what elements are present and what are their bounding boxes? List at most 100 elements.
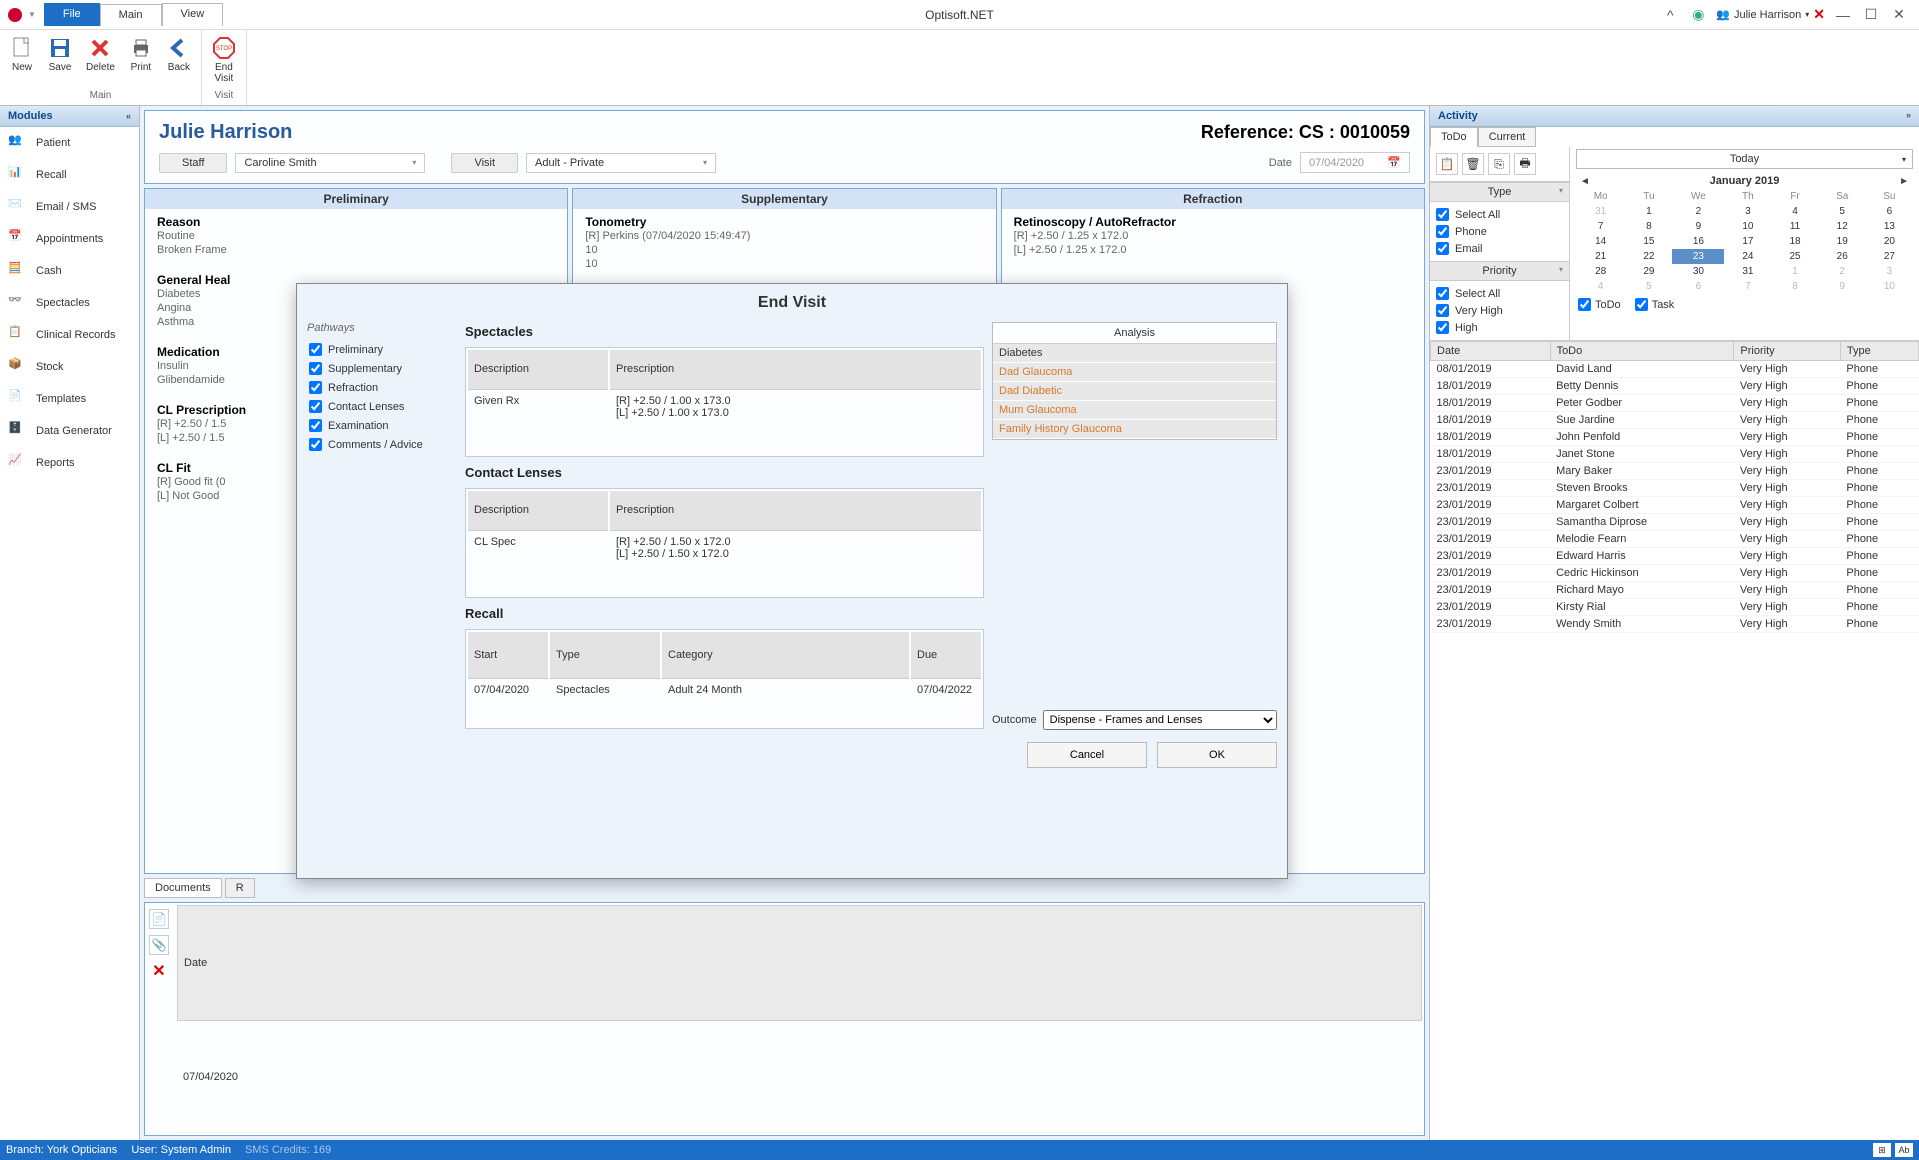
cal-day[interactable]: 28	[1576, 264, 1625, 279]
save-button[interactable]: Save	[42, 32, 78, 75]
visit-select[interactable]: Adult - Private▾	[526, 153, 716, 173]
activity-row[interactable]: 08/01/2019David LandVery HighPhone	[1431, 361, 1919, 378]
sidebar-item-cash[interactable]: 🧮Cash	[0, 255, 139, 287]
cal-day[interactable]: 31	[1724, 264, 1771, 279]
tab-documents[interactable]: Documents	[144, 878, 222, 898]
pathway-refraction[interactable]: Refraction	[307, 378, 457, 397]
cal-day[interactable]: 19	[1819, 234, 1866, 249]
priority-filter-header[interactable]: Priority	[1482, 265, 1516, 277]
chk-todo[interactable]: ToDo	[1578, 298, 1621, 311]
col-todo[interactable]: ToDo	[1550, 342, 1734, 361]
cal-day[interactable]: 15	[1625, 234, 1672, 249]
cal-prev-icon[interactable]: ◄	[1580, 176, 1590, 187]
doc-add-icon[interactable]: 📄	[149, 909, 169, 929]
cal-day[interactable]: 29	[1625, 264, 1672, 279]
activity-row[interactable]: 23/01/2019Margaret ColbertVery HighPhone	[1431, 497, 1919, 514]
cal-day[interactable]: 11	[1771, 219, 1818, 234]
cal-day[interactable]: 5	[1625, 279, 1672, 294]
tab-r[interactable]: R	[225, 878, 255, 898]
pathway-comments-advice[interactable]: Comments / Advice	[307, 435, 457, 454]
chk-type-selectall[interactable]: Select All	[1436, 206, 1563, 223]
activity-row[interactable]: 18/01/2019John PenfoldVery HighPhone	[1431, 429, 1919, 446]
cal-day[interactable]: 9	[1672, 219, 1724, 234]
delete-button[interactable]: Delete	[80, 32, 121, 75]
cal-day[interactable]: 5	[1819, 204, 1866, 219]
analysis-item[interactable]: Family History Glaucoma	[993, 420, 1276, 439]
help-icon[interactable]: ^	[1660, 7, 1680, 23]
activity-row[interactable]: 18/01/2019Sue JardineVery HighPhone	[1431, 412, 1919, 429]
cal-day[interactable]: 3	[1724, 204, 1771, 219]
chk-task[interactable]: Task	[1635, 298, 1675, 311]
tab-main[interactable]: Main	[100, 4, 162, 27]
activity-row[interactable]: 18/01/2019Peter GodberVery HighPhone	[1431, 395, 1919, 412]
pathway-preliminary[interactable]: Preliminary	[307, 340, 457, 359]
user-name[interactable]: Julie Harrison	[1734, 9, 1801, 21]
type-filter-header[interactable]: Type	[1488, 186, 1512, 198]
date-field[interactable]: 07/04/2020📅	[1300, 152, 1410, 173]
cal-day[interactable]: 7	[1576, 219, 1625, 234]
activity-row[interactable]: 23/01/2019Edward HarrisVery HighPhone	[1431, 548, 1919, 565]
calendar[interactable]: MoTuWeThFrSaSu 3112345678910111213141516…	[1576, 189, 1913, 294]
sidebar-item-templates[interactable]: 📄Templates	[0, 383, 139, 415]
qat-dropdown-icon[interactable]: ▼	[28, 10, 36, 19]
pathway-examination[interactable]: Examination	[307, 416, 457, 435]
activity-row[interactable]: 23/01/2019Richard MayoVery HighPhone	[1431, 582, 1919, 599]
maximize-icon[interactable]: ☐	[1861, 6, 1881, 23]
sidebar-item-clinical-records[interactable]: 📋Clinical Records	[0, 319, 139, 351]
analysis-item[interactable]: Dad Diabetic	[993, 382, 1276, 401]
activity-row[interactable]: 23/01/2019Samantha DiproseVery HighPhone	[1431, 514, 1919, 531]
close-icon[interactable]: ✕	[1889, 6, 1909, 23]
cal-day[interactable]: 18	[1771, 234, 1818, 249]
close-user-icon[interactable]: ✕	[1813, 6, 1825, 23]
chk-type-phone[interactable]: Phone	[1436, 223, 1563, 240]
cal-day[interactable]: 12	[1819, 219, 1866, 234]
col-date[interactable]: Date	[1431, 342, 1551, 361]
col-priority[interactable]: Priority	[1734, 342, 1840, 361]
activity-row[interactable]: 23/01/2019Wendy SmithVery HighPhone	[1431, 616, 1919, 633]
modules-header[interactable]: Modules «	[0, 106, 139, 127]
sidebar-item-data-generator[interactable]: 🗄️Data Generator	[0, 415, 139, 447]
pathway-supplementary[interactable]: Supplementary	[307, 359, 457, 378]
calendar-icon[interactable]: 📅	[1387, 156, 1401, 169]
activity-row[interactable]: 23/01/2019Kirsty RialVery HighPhone	[1431, 599, 1919, 616]
activity-new-icon[interactable]: 📋	[1436, 153, 1458, 175]
doc-row[interactable]: 07/04/2020	[177, 1023, 1422, 1133]
chk-pri-high[interactable]: High	[1436, 319, 1563, 336]
sidebar-item-email-sms[interactable]: ✉️Email / SMS	[0, 191, 139, 223]
activity-row[interactable]: 23/01/2019Mary BakerVery HighPhone	[1431, 463, 1919, 480]
cal-day[interactable]: 14	[1576, 234, 1625, 249]
user-dropdown-icon[interactable]: ▾	[1805, 10, 1809, 19]
col-type[interactable]: Type	[1840, 342, 1918, 361]
outcome-select[interactable]: Dispense - Frames and Lenses	[1043, 710, 1277, 730]
cal-day[interactable]: 4	[1576, 279, 1625, 294]
activity-row[interactable]: 23/01/2019Steven BrooksVery HighPhone	[1431, 480, 1919, 497]
sidebar-item-stock[interactable]: 📦Stock	[0, 351, 139, 383]
cal-day[interactable]: 9	[1819, 279, 1866, 294]
back-button[interactable]: Back	[161, 32, 197, 75]
expand-icon[interactable]: »	[1906, 110, 1911, 122]
help-circle-icon[interactable]: ◉	[1688, 6, 1708, 23]
analysis-item[interactable]: Diabetes	[993, 344, 1276, 363]
status-btn2[interactable]: Ab	[1895, 1143, 1913, 1157]
new-button[interactable]: New	[4, 32, 40, 75]
cal-day[interactable]: 6	[1866, 204, 1913, 219]
status-btn1[interactable]: ⊞	[1873, 1143, 1891, 1157]
analysis-item[interactable]: Mum Glaucoma	[993, 401, 1276, 420]
cal-day[interactable]: 20	[1866, 234, 1913, 249]
cal-day[interactable]: 21	[1576, 249, 1625, 264]
sidebar-item-patient[interactable]: 👥Patient	[0, 127, 139, 159]
cal-day[interactable]: 1	[1625, 204, 1672, 219]
cal-next-icon[interactable]: ►	[1899, 176, 1909, 187]
doc-attach-icon[interactable]: 📎	[149, 935, 169, 955]
cal-day[interactable]: 23	[1672, 249, 1724, 264]
sidebar-item-spectacles[interactable]: 👓Spectacles	[0, 287, 139, 319]
chk-pri-selectall[interactable]: Select All	[1436, 285, 1563, 302]
cal-day[interactable]: 10	[1866, 279, 1913, 294]
cal-day[interactable]: 8	[1771, 279, 1818, 294]
cal-day[interactable]: 1	[1771, 264, 1818, 279]
activity-delete-icon[interactable]: 🗑	[1462, 153, 1484, 175]
cal-day[interactable]: 27	[1866, 249, 1913, 264]
sidebar-item-appointments[interactable]: 📅Appointments	[0, 223, 139, 255]
activity-list[interactable]: Date ToDo Priority Type 08/01/2019David …	[1430, 340, 1919, 1140]
ok-button[interactable]: OK	[1157, 742, 1277, 768]
